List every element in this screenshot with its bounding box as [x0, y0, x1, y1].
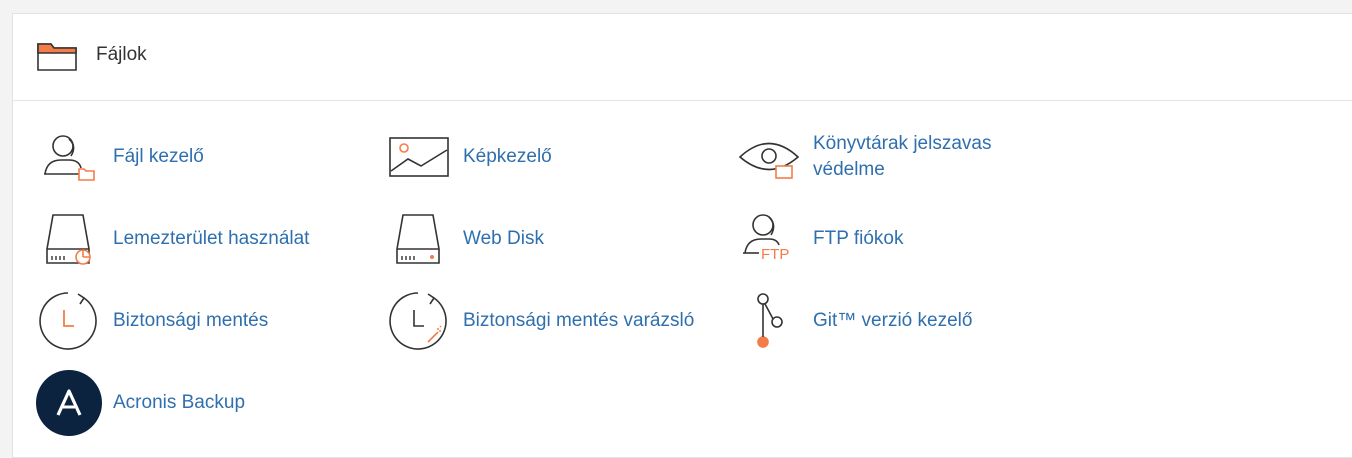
directory-privacy-label: Könyvtárak jelszavas védelme — [813, 133, 992, 180]
disk-usage-label: Lemezterület használat — [113, 228, 310, 249]
ftp-user-icon: FTP — [736, 206, 802, 272]
disk-usage-icon — [36, 206, 102, 272]
web-disk-link[interactable]: Web Disk — [386, 206, 544, 272]
backup-clock-icon — [36, 288, 102, 354]
ftp-accounts-link[interactable]: FTP FTP fiókok — [736, 206, 903, 272]
backup-wizard-label: Biztonsági mentés varázsló — [463, 310, 695, 331]
directory-privacy-link[interactable]: Könyvtárak jelszavas védelme — [736, 124, 1023, 190]
acronis-icon-wrap — [36, 370, 102, 436]
section-title: Fájlok — [96, 44, 147, 65]
git-branch-icon — [736, 288, 802, 354]
folder-icon — [37, 43, 77, 71]
backup-wizard-icon — [386, 288, 452, 354]
panel-header: Fájlok — [13, 14, 1352, 101]
acronis-backup-link[interactable]: Acronis Backup — [36, 370, 245, 436]
git-version-control-link[interactable]: Git™ verzió kezelő — [736, 288, 972, 354]
file-manager-link[interactable]: Fájl kezelő — [36, 124, 204, 190]
ftp-accounts-label: FTP fiókok — [813, 228, 904, 249]
files-panel: Fájlok Fájl kezelő Képkezelő Könyvtárak … — [12, 13, 1352, 458]
backup-label: Biztonsági mentés — [113, 310, 269, 331]
image-icon — [386, 124, 452, 190]
acronis-backup-label: Acronis Backup — [113, 392, 246, 413]
eye-lock-icon — [736, 124, 802, 190]
acronis-logo-icon — [36, 370, 102, 436]
web-disk-label: Web Disk — [463, 228, 544, 249]
drive-icon — [386, 206, 452, 272]
image-manager-link[interactable]: Képkezelő — [386, 124, 552, 190]
disk-usage-link[interactable]: Lemezterület használat — [36, 206, 309, 272]
backup-link[interactable]: Biztonsági mentés — [36, 288, 268, 354]
git-version-control-label: Git™ verzió kezelő — [813, 310, 973, 331]
image-manager-label: Képkezelő — [463, 146, 552, 167]
file-manager-label: Fájl kezelő — [113, 146, 204, 167]
backup-wizard-link[interactable]: Biztonsági mentés varázsló — [386, 288, 694, 354]
svg-text:FTP: FTP — [761, 246, 789, 263]
file-manager-icon — [36, 124, 102, 190]
